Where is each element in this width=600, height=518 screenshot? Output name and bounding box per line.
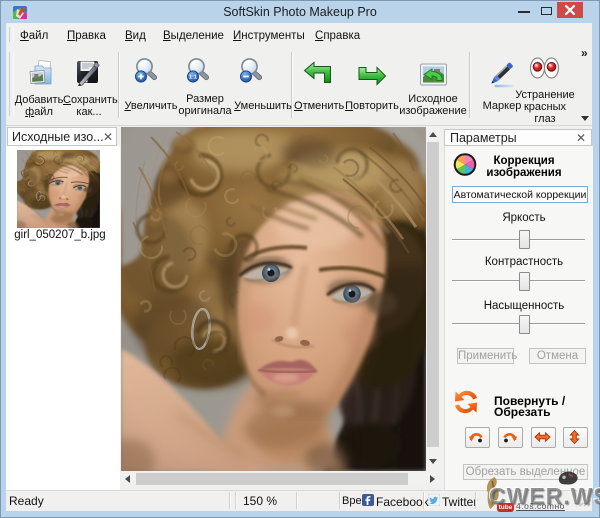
svg-text:1:1: 1:1 <box>189 75 197 81</box>
